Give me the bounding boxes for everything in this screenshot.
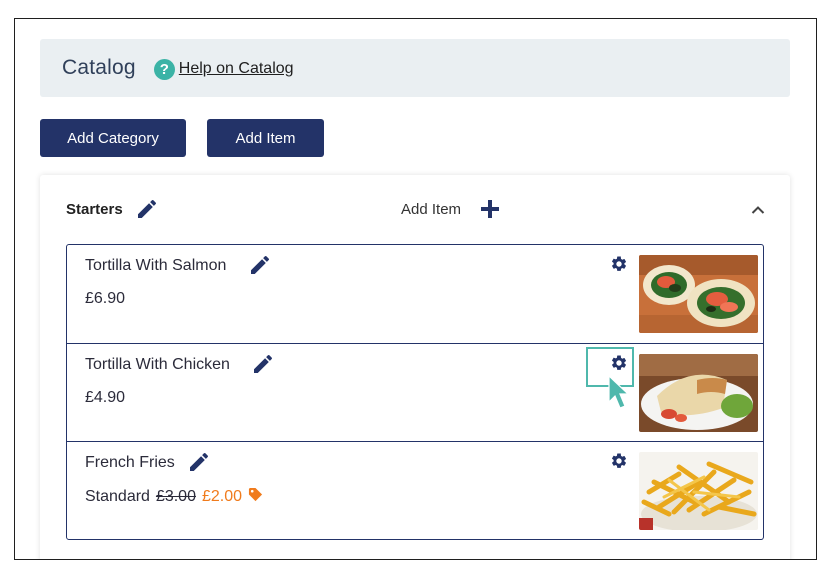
add-category-button[interactable]: Add Category [40,119,186,157]
variant-label: Standard [85,488,150,506]
catalog-header: Catalog ? Help on Catalog [40,39,790,97]
old-price: £3.00 [155,488,196,506]
price-tag-icon [248,487,263,507]
item-name: Tortilla With Salmon [85,257,227,274]
edit-item-pencil-icon[interactable] [248,253,272,282]
category-name: Starters [66,201,123,218]
category-add-item-link[interactable]: Add Item [401,201,461,218]
catalog-panel: Catalog ? Help on Catalog Add Category A… [14,18,817,560]
add-item-button[interactable]: Add Item [207,119,324,157]
french-fries-photo [639,452,758,530]
item-price-row: Standard £3.00 £2.00 [85,487,263,507]
plus-icon[interactable] [479,198,501,225]
help-link[interactable]: Help on Catalog [179,60,294,78]
item-price: £4.90 [85,389,126,406]
chicken-tortilla-photo [639,354,758,432]
salmon-tortilla-photo [639,255,758,333]
item-price: £6.90 [85,290,126,307]
chevron-up-icon[interactable] [751,202,765,220]
gear-icon[interactable] [610,255,628,278]
item-list: Tortilla With Salmon £6.90 Tortilla With… [66,244,764,540]
list-item: Tortilla With Chicken £4.90 [67,343,763,441]
item-name: French Fries [85,454,175,471]
item-name: Tortilla With Chicken [85,356,230,373]
pointer-cursor-icon [607,374,630,415]
edit-item-pencil-icon[interactable] [187,450,211,479]
category-header: Starters Add Item [40,175,790,243]
page-title: Catalog [62,56,136,79]
question-circle-icon[interactable]: ? [153,58,175,80]
edit-category-pencil-icon[interactable] [135,197,159,226]
list-item: French Fries Standard £3.00 £2.00 [67,441,763,539]
category-card: Starters Add Item Tortilla With Salmon £… [40,175,790,559]
discount-price: £2.00 [201,488,243,506]
list-item: Tortilla With Salmon £6.90 [67,245,763,343]
edit-item-pencil-icon[interactable] [251,352,275,381]
gear-icon[interactable] [610,452,628,475]
